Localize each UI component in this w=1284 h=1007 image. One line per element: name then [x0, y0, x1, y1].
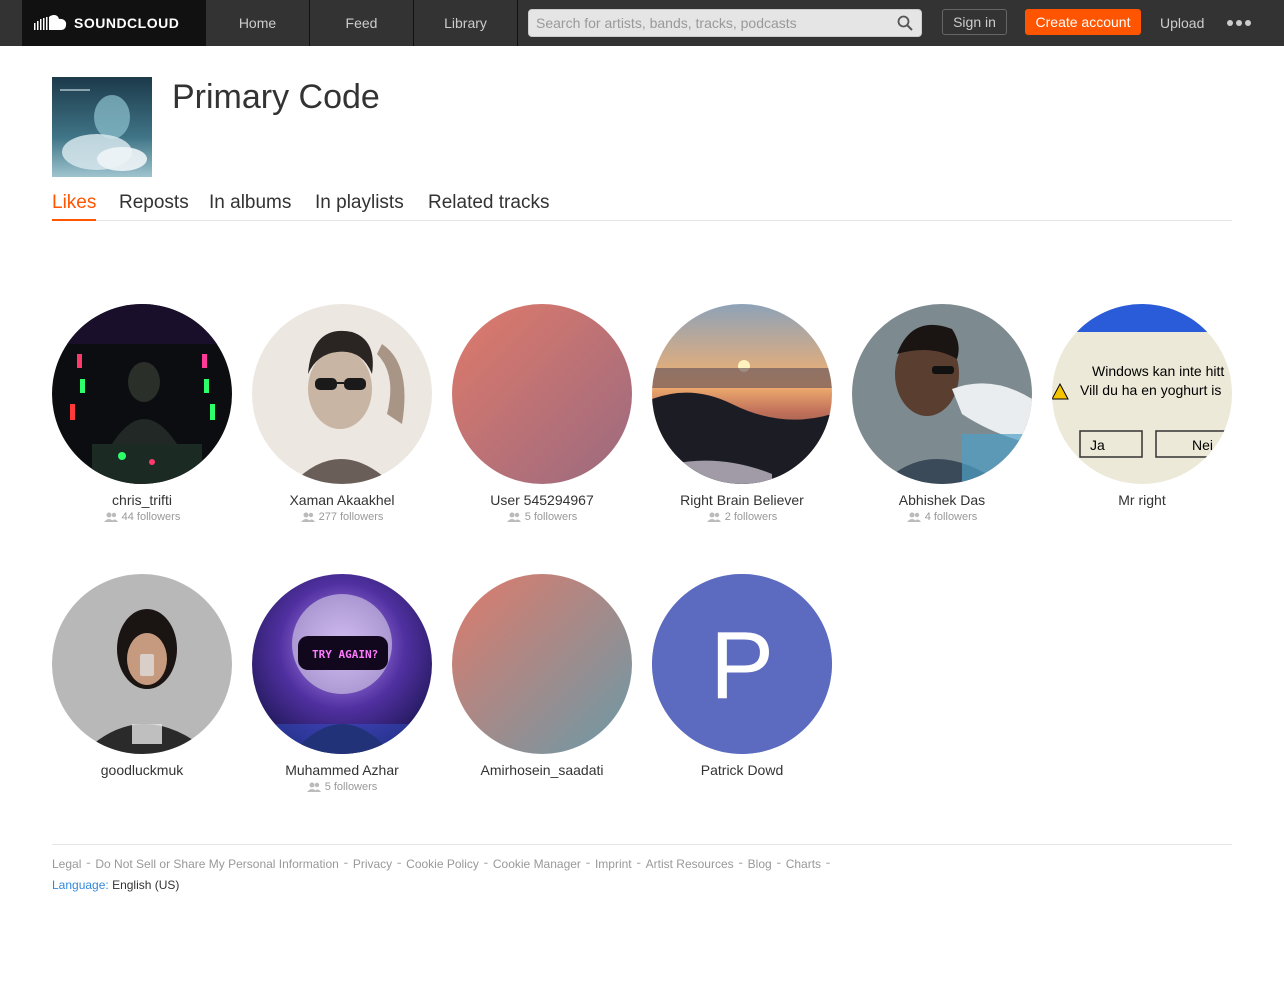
search-input[interactable]: [529, 10, 889, 36]
user-card: Windows kan inte hitt Vill du ha en yogh…: [1052, 304, 1232, 508]
followers-count[interactable]: 2 followers: [652, 511, 832, 523]
user-avatar[interactable]: TRY AGAIN?: [252, 574, 432, 754]
soundcloud-logo[interactable]: SOUNDCLOUD: [22, 0, 206, 46]
footer-link-charts[interactable]: Charts: [786, 857, 821, 871]
language-label: Language:: [52, 878, 109, 892]
tab-in-playlists[interactable]: In playlists: [315, 192, 404, 221]
tab-in-albums[interactable]: In albums: [209, 192, 291, 221]
user-card: Amirhosein_saadati: [452, 574, 632, 778]
footer-link-cookie-policy[interactable]: Cookie Policy: [406, 857, 479, 871]
user-card: User 545294967 5 followers: [452, 304, 632, 523]
svg-text:TRY AGAIN?: TRY AGAIN?: [312, 648, 378, 661]
user-name[interactable]: Right Brain Believer: [652, 492, 832, 508]
followers-count[interactable]: 44 followers: [52, 511, 232, 523]
user-name[interactable]: Mr right: [1052, 492, 1232, 508]
svg-text:P: P: [710, 612, 774, 719]
user-name[interactable]: chris_trifti: [52, 492, 232, 508]
user-avatar[interactable]: [452, 574, 632, 754]
svg-text:Windows kan inte hitt: Windows kan inte hitt: [1092, 363, 1224, 379]
user-avatar[interactable]: [252, 304, 432, 484]
top-nav-bar: SOUNDCLOUD Home Feed Library Sign in Cre…: [0, 0, 1284, 46]
upload-link[interactable]: Upload: [1160, 0, 1204, 46]
footer-links: Legal ⁃ Do Not Sell or Share My Personal …: [52, 857, 832, 871]
nav-feed[interactable]: Feed: [310, 0, 414, 46]
user-card: TRY AGAIN? Muhammed Azhar 5 followers: [252, 574, 432, 793]
followers-icon: [706, 512, 721, 522]
footer-link-artist-resources[interactable]: Artist Resources: [646, 857, 734, 871]
soundcloud-cloud-icon: [34, 14, 67, 30]
user-avatar[interactable]: [52, 304, 232, 484]
user-card: P Patrick Dowd: [652, 574, 832, 778]
followers-icon: [306, 782, 321, 792]
tab-reposts[interactable]: Reposts: [119, 192, 189, 221]
tab-likes[interactable]: Likes: [52, 192, 97, 221]
svg-text:Ja: Ja: [1090, 437, 1105, 453]
search-box: [528, 9, 922, 37]
user-avatar[interactable]: P: [652, 574, 832, 754]
followers-icon: [103, 512, 118, 522]
search-icon[interactable]: [897, 15, 913, 31]
user-avatar[interactable]: Windows kan inte hitt Vill du ha en yogh…: [1052, 304, 1232, 484]
footer-link-blog[interactable]: Blog: [748, 857, 772, 871]
user-card: goodluckmuk: [52, 574, 232, 778]
track-artwork[interactable]: [52, 77, 152, 177]
user-name[interactable]: Patrick Dowd: [652, 762, 832, 778]
followers-count[interactable]: 5 followers: [452, 511, 632, 523]
user-avatar[interactable]: [852, 304, 1032, 484]
followers-icon: [906, 512, 921, 522]
user-name[interactable]: Amirhosein_saadati: [452, 762, 632, 778]
sign-in-button[interactable]: Sign in: [942, 9, 1007, 35]
footer-link-cookie-manager[interactable]: Cookie Manager: [493, 857, 581, 871]
tab-related-tracks[interactable]: Related tracks: [428, 192, 549, 221]
svg-text:Vill du ha en yoghurt is: Vill du ha en yoghurt is: [1080, 382, 1221, 398]
user-card: Abhishek Das 4 followers: [852, 304, 1032, 523]
language-value: English (US): [112, 878, 180, 892]
followers-count[interactable]: 277 followers: [252, 511, 432, 523]
track-tabs: Likes Reposts In albums In playlists Rel…: [52, 190, 1232, 221]
logo-text: SOUNDCLOUD: [74, 15, 180, 31]
user-avatar[interactable]: [452, 304, 632, 484]
nav-library[interactable]: Library: [414, 0, 518, 46]
user-avatar[interactable]: [652, 304, 832, 484]
language-selector[interactable]: Language: English (US): [52, 878, 1232, 892]
user-name[interactable]: goodluckmuk: [52, 762, 232, 778]
footer-link-imprint[interactable]: Imprint: [595, 857, 632, 871]
user-name[interactable]: Muhammed Azhar: [252, 762, 432, 778]
followers-icon: [300, 512, 315, 522]
svg-text:Nei: Nei: [1192, 437, 1213, 453]
user-name[interactable]: User 545294967: [452, 492, 632, 508]
page-title: Primary Code: [172, 78, 380, 116]
footer-link-legal[interactable]: Legal: [52, 857, 81, 871]
nav-home[interactable]: Home: [206, 0, 310, 46]
user-name[interactable]: Xaman Akaakhel: [252, 492, 432, 508]
user-avatar[interactable]: [52, 574, 232, 754]
followers-count[interactable]: 4 followers: [852, 511, 1032, 523]
followers-count[interactable]: 5 followers: [252, 781, 432, 793]
user-card: Right Brain Believer 2 followers: [652, 304, 832, 523]
user-card: chris_trifti 44 followers: [52, 304, 232, 523]
footer-link-do-not-sell[interactable]: Do Not Sell or Share My Personal Informa…: [95, 857, 338, 871]
user-name[interactable]: Abhishek Das: [852, 492, 1032, 508]
create-account-button[interactable]: Create account: [1025, 9, 1141, 35]
footer: Legal ⁃ Do Not Sell or Share My Personal …: [52, 844, 1232, 892]
followers-icon: [506, 512, 521, 522]
user-card: Xaman Akaakhel 277 followers: [252, 304, 432, 523]
footer-link-privacy[interactable]: Privacy: [353, 857, 392, 871]
more-options-icon[interactable]: [1227, 16, 1251, 30]
